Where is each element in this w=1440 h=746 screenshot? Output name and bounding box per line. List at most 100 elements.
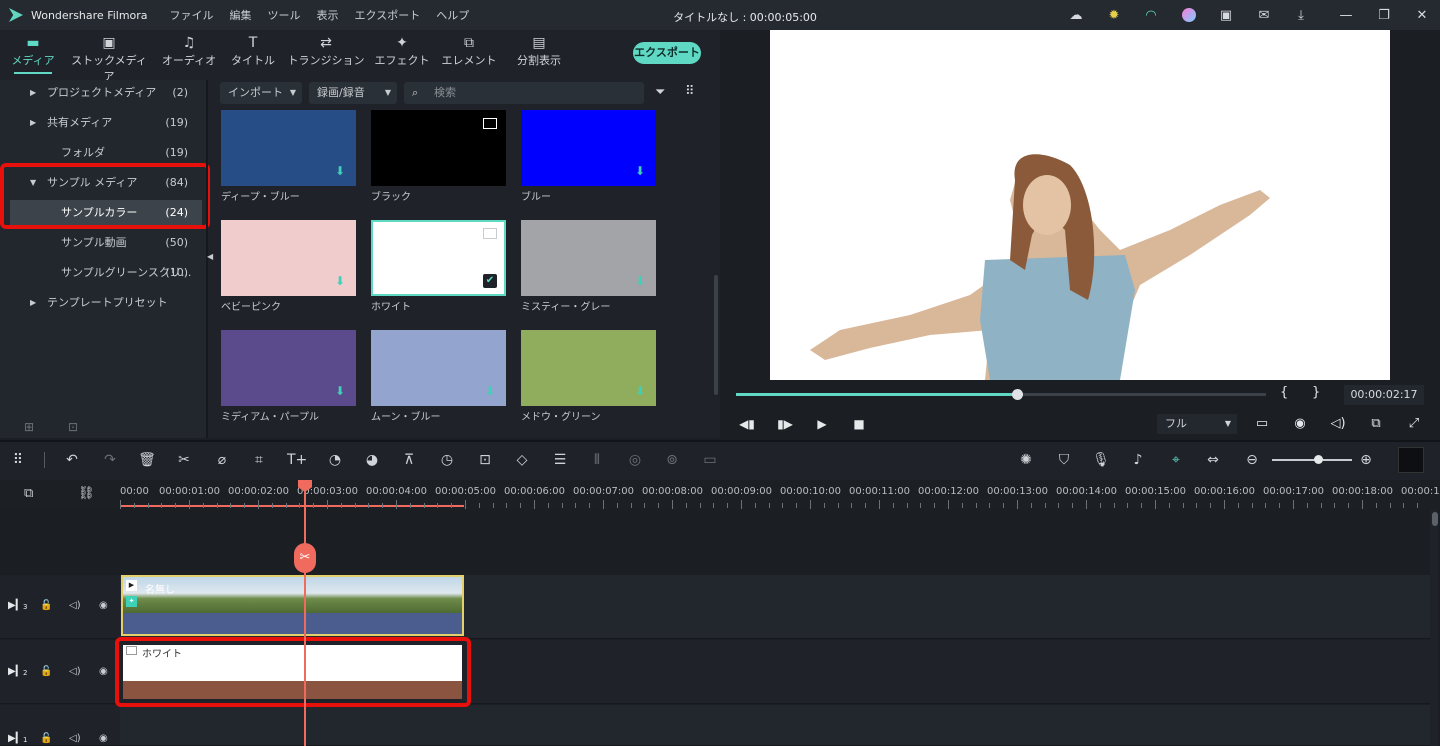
mute-icon[interactable]: ◁) <box>69 600 81 611</box>
download-icon[interactable]: ⬇ <box>485 385 497 397</box>
menu-export[interactable]: エクスポート <box>355 7 421 23</box>
adjust-icon[interactable]: ☰ <box>550 450 570 470</box>
download-icon[interactable]: ⬇ <box>335 275 347 287</box>
snap-icon[interactable]: ⌖ <box>1166 450 1186 470</box>
media-item[interactable]: ⬇ メドウ・グリーン <box>521 330 656 423</box>
sidebar-item-sample-video[interactable]: サンプル動画 (50) <box>0 230 206 256</box>
download-icon[interactable]: ⤓ <box>1293 7 1309 23</box>
keyframe-icon[interactable]: ◇ <box>512 450 532 470</box>
zoom-slider[interactable] <box>1272 459 1352 461</box>
mark-out-button[interactable]: } <box>1312 385 1320 400</box>
render-icon[interactable]: ✺ <box>1016 450 1036 470</box>
delete-icon[interactable]: 🗑 <box>137 450 157 470</box>
import-dropdown[interactable]: インポート ▼ <box>220 82 302 104</box>
stop-icon[interactable]: ■ <box>851 416 867 432</box>
avatar[interactable] <box>1181 7 1197 23</box>
eye-icon[interactable]: ◉ <box>99 666 108 677</box>
undo-icon[interactable]: ↶ <box>62 450 82 470</box>
lightbulb-icon[interactable]: ✹ <box>1106 7 1122 23</box>
collapse-arrow-icon[interactable]: ◀ <box>207 252 213 261</box>
restore-icon[interactable]: ❐ <box>1376 7 1392 23</box>
cut-icon[interactable]: ✂ <box>174 450 194 470</box>
play-icon[interactable]: ▶ <box>814 416 830 432</box>
close-icon[interactable]: ✕ <box>1414 7 1430 23</box>
new-folder-icon[interactable]: ⊞ <box>24 420 34 434</box>
mute-icon[interactable]: ◁) <box>69 733 81 744</box>
sidebar-item-template-presets[interactable]: ▶ テンプレートプリセット <box>0 290 206 316</box>
tab-split-screen[interactable]: ▤ 分割表示 <box>499 34 579 68</box>
cloud-icon[interactable]: ☁ <box>1068 7 1084 23</box>
eye-icon[interactable]: ◉ <box>99 600 108 611</box>
media-item[interactable]: ⬇ ムーン・ブルー <box>371 330 506 423</box>
export-button[interactable]: エクスポート <box>633 42 701 64</box>
notification-icon[interactable]: ✉ <box>1256 7 1272 23</box>
grid-view-icon[interactable]: ⠿ <box>685 84 695 99</box>
media-item[interactable]: ブラック <box>371 110 506 203</box>
headset-icon[interactable]: ◠ <box>1143 7 1159 23</box>
tts-icon[interactable]: ⊚ <box>662 450 682 470</box>
mark-in-button[interactable]: { <box>1280 385 1288 400</box>
microphone-icon[interactable]: 🎙 <box>1091 450 1111 470</box>
zoom-slider-handle[interactable] <box>1314 455 1323 464</box>
lock-icon[interactable]: 🔓 <box>40 600 52 611</box>
download-icon[interactable]: ⬇ <box>635 385 647 397</box>
media-item[interactable]: ⬇ ベビーピンク <box>221 220 356 313</box>
display-icon[interactable]: ▭ <box>1254 416 1270 432</box>
sidebar-item-project-media[interactable]: ▶ プロジェクトメディア (2) <box>0 80 206 106</box>
split-scissors-icon[interactable]: ✂ <box>294 543 316 573</box>
stabilize-icon[interactable]: ▭ <box>700 450 720 470</box>
speed-icon[interactable]: ◔ <box>325 450 345 470</box>
stamp-icon[interactable]: ⊼ <box>399 450 419 470</box>
quality-dropdown[interactable]: フル ▼ <box>1157 414 1237 434</box>
playhead-line[interactable] <box>304 482 306 746</box>
timeline-scrollbar[interactable] <box>1430 510 1438 746</box>
lock-icon[interactable]: 🔓 <box>40 733 52 744</box>
menu-help[interactable]: ヘルプ <box>436 7 469 23</box>
save-icon[interactable]: ▣ <box>1218 7 1234 23</box>
volume-icon[interactable]: ◁) <box>1330 416 1346 432</box>
audio-mix-icon[interactable]: ♪ <box>1128 450 1148 470</box>
marker-icon[interactable]: ⛉ <box>1054 450 1074 470</box>
minimize-icon[interactable]: — <box>1338 7 1354 23</box>
media-item[interactable]: ⬇ ディープ・ブルー <box>221 110 356 203</box>
tag-icon[interactable]: ⌀ <box>212 450 232 470</box>
folder-icon[interactable]: ⊡ <box>68 420 78 434</box>
redo-icon[interactable]: ↷ <box>100 450 120 470</box>
menu-file[interactable]: ファイル <box>170 7 214 23</box>
tab-stock-media[interactable]: ▣ ストックメディア <box>69 34 149 84</box>
layout-icon[interactable]: ⠿ <box>8 450 28 470</box>
track-layout-icon[interactable] <box>1398 447 1424 473</box>
step-forward-icon[interactable]: ▮▶ <box>777 416 793 432</box>
download-icon[interactable]: ⬇ <box>335 165 347 177</box>
tab-title[interactable]: T タイトル <box>213 34 293 68</box>
fit-icon[interactable]: ⊡ <box>475 450 495 470</box>
timeline-scrollbar-thumb[interactable] <box>1432 512 1438 526</box>
media-item-selected[interactable]: ✔ ホワイト <box>371 220 506 313</box>
crop-icon[interactable]: ⌗ <box>249 450 269 470</box>
download-icon[interactable]: ⬇ <box>635 275 647 287</box>
sidebar-item-shared-media[interactable]: ▶ 共有メディア (19) <box>0 110 206 136</box>
tab-element[interactable]: ⧉ エレメント <box>429 34 509 68</box>
menu-edit[interactable]: 編集 <box>230 7 252 23</box>
checkmark-icon[interactable]: ✔ <box>483 274 497 288</box>
step-back-icon[interactable]: ◀▮ <box>739 416 755 432</box>
tab-media[interactable]: ▬ メディア <box>0 34 73 68</box>
unlink-icon[interactable]: ⛓ <box>78 486 95 501</box>
sidebar-item-sample-greenscreen[interactable]: サンプルグリーンスクリ... (10) <box>0 260 206 286</box>
filter-icon[interactable]: ⏷ <box>655 85 665 100</box>
media-item[interactable]: ⬇ ブルー <box>521 110 656 203</box>
eye-icon[interactable]: ◉ <box>99 733 108 744</box>
tab-transition[interactable]: ⇄ トランジション <box>286 34 366 68</box>
fit-timeline-icon[interactable]: ⇔ <box>1203 450 1223 470</box>
audio-wave-icon[interactable]: ⦀ <box>587 450 607 470</box>
media-item[interactable]: ⬇ ミスティー・グレー <box>521 220 656 313</box>
mute-icon[interactable]: ◁) <box>69 666 81 677</box>
text-add-icon[interactable]: T+ <box>287 450 307 470</box>
search-input[interactable]: ⌕ 検索 <box>404 82 644 104</box>
media-item[interactable]: ⬇ ミディアム・パープル <box>221 330 356 423</box>
snapshot-icon[interactable]: ◉ <box>1292 416 1308 432</box>
download-icon[interactable]: ⬇ <box>635 165 647 177</box>
download-icon[interactable]: ⬇ <box>335 385 347 397</box>
record-dropdown[interactable]: 録画/録音 ▼ <box>309 82 397 104</box>
media-scrollbar[interactable] <box>714 275 718 395</box>
